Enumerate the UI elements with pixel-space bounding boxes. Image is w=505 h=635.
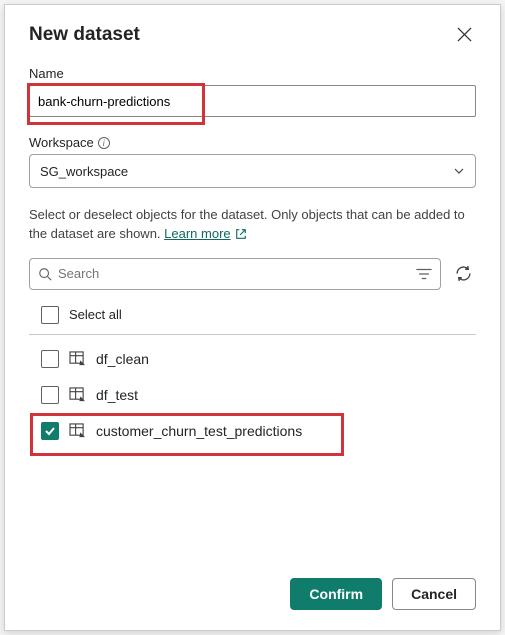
refresh-icon bbox=[455, 265, 472, 282]
info-icon[interactable]: i bbox=[98, 137, 110, 149]
workspace-select[interactable]: SG_workspace bbox=[29, 154, 476, 188]
external-link-icon bbox=[235, 228, 247, 240]
list-item[interactable]: df_test bbox=[29, 377, 476, 413]
search-input[interactable] bbox=[58, 266, 410, 281]
name-label: Name bbox=[29, 66, 476, 81]
name-input[interactable] bbox=[29, 85, 476, 117]
select-all-row: Select all bbox=[29, 300, 476, 335]
search-box[interactable] bbox=[29, 258, 441, 290]
dialog-header: New dataset bbox=[29, 23, 476, 46]
dialog-footer: Confirm Cancel bbox=[29, 566, 476, 610]
list-item[interactable]: customer_churn_test_predictions bbox=[29, 413, 476, 449]
learn-more-link[interactable]: Learn more bbox=[164, 225, 246, 244]
list-item-label: customer_churn_test_predictions bbox=[96, 423, 302, 439]
list-item-label: df_test bbox=[96, 387, 138, 403]
list-item[interactable]: df_clean bbox=[29, 341, 476, 377]
search-icon bbox=[38, 267, 52, 281]
refresh-button[interactable] bbox=[451, 261, 476, 286]
checkbox[interactable] bbox=[41, 386, 59, 404]
search-row bbox=[29, 258, 476, 290]
chevron-down-icon bbox=[453, 165, 465, 177]
checkbox[interactable] bbox=[41, 350, 59, 368]
list-item-label: df_clean bbox=[96, 351, 149, 367]
help-text: Select or deselect objects for the datas… bbox=[29, 206, 476, 244]
name-field-wrapper bbox=[29, 85, 476, 135]
new-dataset-dialog: New dataset Name Workspace i SG_workspac… bbox=[4, 4, 501, 631]
object-list: df_clean df_test customer_churn_test_pre… bbox=[29, 335, 476, 449]
cancel-button[interactable]: Cancel bbox=[392, 578, 476, 610]
close-button[interactable] bbox=[453, 23, 476, 46]
select-all-label: Select all bbox=[69, 307, 122, 322]
select-all-checkbox[interactable] bbox=[41, 306, 59, 324]
checkbox[interactable] bbox=[41, 422, 59, 440]
confirm-button[interactable]: Confirm bbox=[290, 578, 382, 610]
filter-icon[interactable] bbox=[416, 267, 432, 281]
help-text-body: Select or deselect objects for the datas… bbox=[29, 207, 465, 241]
workspace-label-text: Workspace bbox=[29, 135, 94, 150]
learn-more-text: Learn more bbox=[164, 225, 230, 244]
close-icon bbox=[457, 27, 472, 42]
dialog-title: New dataset bbox=[29, 24, 140, 46]
table-icon bbox=[69, 423, 86, 438]
table-icon bbox=[69, 387, 86, 402]
workspace-label: Workspace i bbox=[29, 135, 476, 150]
table-icon bbox=[69, 351, 86, 366]
workspace-value: SG_workspace bbox=[40, 164, 128, 179]
